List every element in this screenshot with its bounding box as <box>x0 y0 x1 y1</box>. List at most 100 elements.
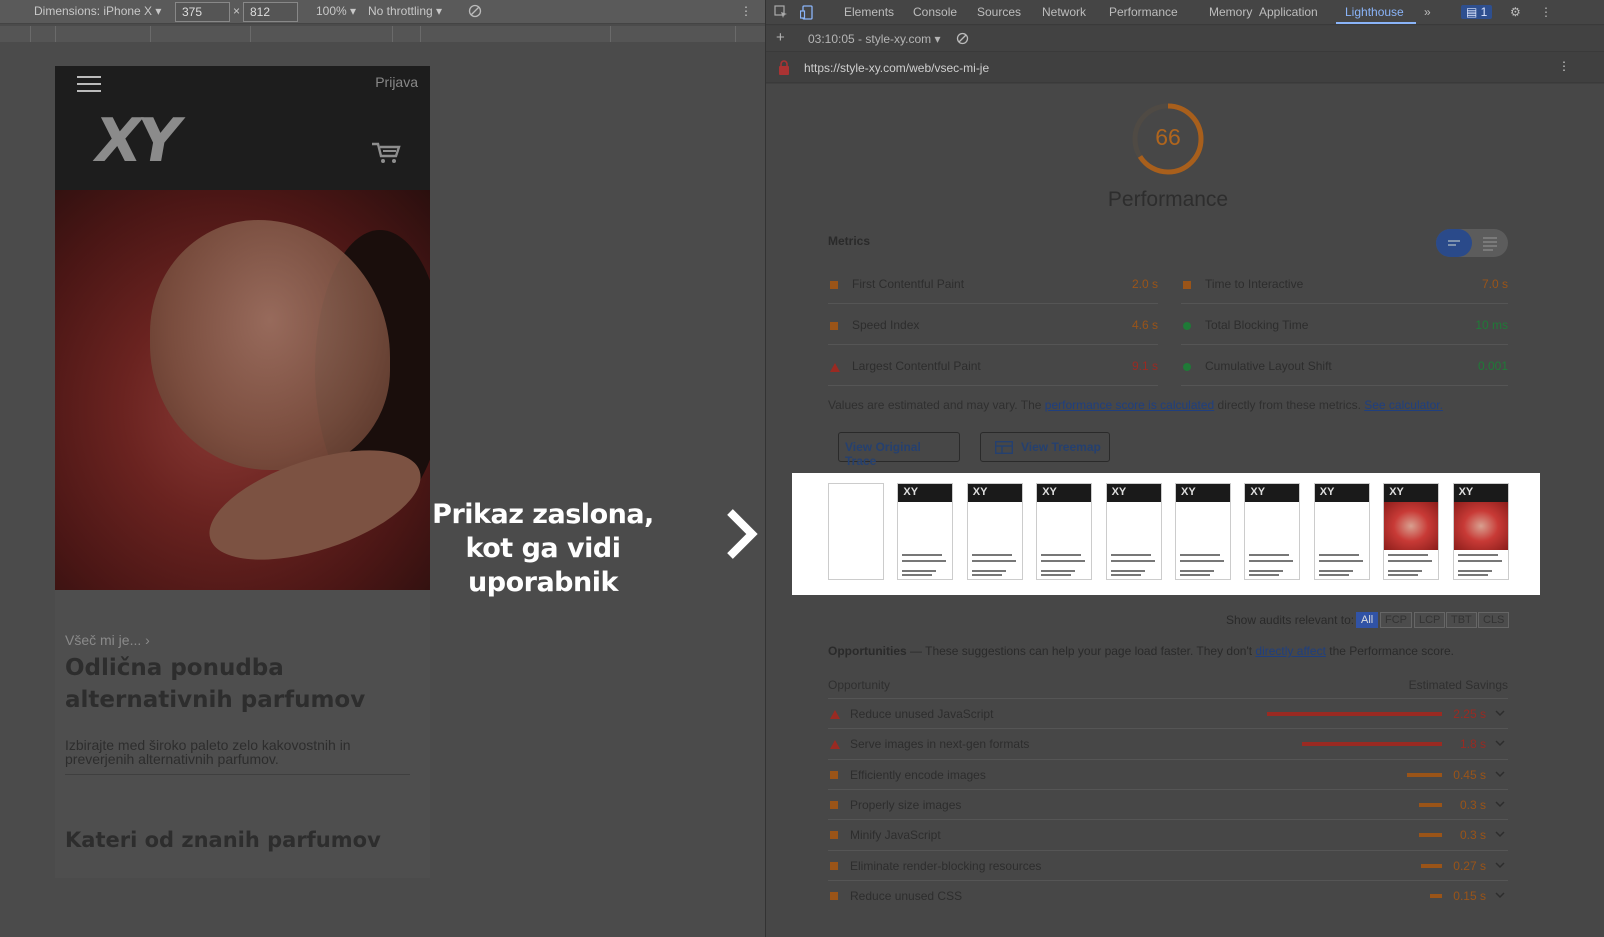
savings-bar <box>1267 712 1442 716</box>
metric-label: Largest Contentful Paint <box>852 359 981 373</box>
frame-text-line <box>1388 574 1419 576</box>
report-url[interactable]: https://style-xy.com/web/vsec-mi-je <box>804 61 989 75</box>
phone-viewport: Prijava XY Všeč mi je... › Odlična ponud… <box>55 66 430 878</box>
fail-triangle-icon <box>830 710 840 719</box>
savings-value: 0.45 s <box>1453 767 1486 782</box>
filmstrip-frame <box>828 483 884 580</box>
chevron-down-icon[interactable] <box>1494 889 1506 901</box>
frame-logo: XY <box>1314 484 1369 502</box>
report-selector[interactable]: 03:10:05 - style-xy.com ▾ <box>808 32 941 46</box>
frame-text-line <box>1457 554 1498 556</box>
filmstrip-frame: XY <box>1105 483 1162 580</box>
divider <box>65 774 410 775</box>
frame-text-line <box>1457 570 1492 572</box>
savings-bar <box>1430 893 1442 898</box>
opportunity-label: Eliminate render-blocking resources <box>850 858 1042 873</box>
customize-menu-icon[interactable]: ⋮ <box>1540 5 1552 19</box>
filter-chip-cls[interactable]: CLS <box>1478 612 1510 628</box>
frame-text-line <box>1249 560 1294 562</box>
frame-text-line <box>1180 554 1220 556</box>
view-original-trace-button[interactable]: View Original Trace <box>838 432 960 468</box>
report-menu-icon[interactable]: ⋮ <box>1558 59 1570 73</box>
opportunity-row[interactable]: Properly size images 0.3 s <box>828 788 1508 819</box>
devtools-panel: Elements Console Sources Network Performance… <box>765 0 1604 937</box>
device-toggle-icon[interactable] <box>799 5 814 23</box>
device-emulation-panel: Dimensions: iPhone X ▾ 375 × 812 100% ▾ … <box>0 0 782 937</box>
score-calculated-link[interactable]: performance score is calculated <box>1045 398 1214 412</box>
opportunity-row[interactable]: Minify JavaScript 0.3 s <box>828 819 1508 849</box>
caption-line-1: Prikaz zaslona, <box>432 499 654 530</box>
frame-text-line <box>1041 554 1082 556</box>
savings-bar <box>1419 802 1442 807</box>
tab-console[interactable]: Console <box>913 5 957 19</box>
frame-text-line <box>902 570 937 572</box>
cart-icon[interactable] <box>370 140 402 166</box>
filter-chip-tbt[interactable]: TBT <box>1446 612 1477 628</box>
metric-label: Time to Interactive <box>1205 277 1304 291</box>
clear-icon[interactable] <box>956 32 969 48</box>
filmstrip-frame: XY <box>1175 483 1231 580</box>
dimensions-label: Dimensions: iPhone X <box>34 4 153 18</box>
metric-value: 0.001 <box>1477 359 1508 373</box>
site-header: Prijava XY <box>55 66 430 190</box>
chevron-down-icon[interactable] <box>1494 798 1506 810</box>
average-square-icon <box>830 891 838 900</box>
view-treemap-button[interactable]: View Treemap <box>980 432 1110 462</box>
metrics-heading: Metrics <box>828 234 871 248</box>
savings-value: 0.3 s <box>1459 828 1486 843</box>
fail-triangle-icon <box>830 740 840 750</box>
inspect-element-icon[interactable] <box>774 5 788 22</box>
frame-text-line <box>902 574 933 576</box>
tab-sources[interactable]: Sources <box>977 5 1021 19</box>
savings-value: 1.8 s <box>1459 737 1486 752</box>
metric-label: First Contentful Paint <box>852 277 965 291</box>
frame-logo: XY <box>1176 484 1230 502</box>
tab-application[interactable]: Application <box>1259 5 1318 19</box>
width-input[interactable]: 375 <box>175 2 230 22</box>
opportunity-row[interactable]: Reduce unused JavaScript 2.25 s <box>828 698 1508 728</box>
height-input[interactable]: 812 <box>243 2 298 22</box>
rotate-icon[interactable] <box>468 4 482 21</box>
settings-gear-icon[interactable]: ⚙ <box>1510 5 1521 19</box>
filter-chip-all[interactable]: All <box>1356 612 1379 628</box>
note-text-2: directly from these metrics. <box>1214 398 1365 412</box>
see-calculator-link[interactable]: See calculator. <box>1364 398 1443 412</box>
compact-view-icon[interactable] <box>1436 229 1472 257</box>
opportunity-row[interactable]: Efficiently encode images 0.45 s <box>828 758 1508 789</box>
tab-network[interactable]: Network <box>1042 5 1086 19</box>
throttling-label: No throttling <box>368 4 433 18</box>
more-tabs-icon[interactable]: » <box>1424 5 1431 19</box>
frame-logo: XY <box>1037 484 1092 502</box>
tab-lighthouse[interactable]: Lighthouse <box>1345 5 1404 19</box>
directly-affect-link[interactable]: directly affect <box>1255 644 1325 658</box>
filter-chip-fcp[interactable]: FCP <box>1380 612 1412 628</box>
throttling-dropdown[interactable]: No throttling ▾ <box>368 4 442 18</box>
opportunity-row[interactable]: Serve images in next-gen formats 1.8 s <box>828 728 1508 758</box>
opportunity-row[interactable]: Reduce unused CSS 0.15 s <box>828 879 1508 910</box>
tab-memory[interactable]: Memory <box>1209 5 1252 19</box>
fail-triangle-icon <box>830 363 840 372</box>
more-options-icon[interactable]: ⋮ <box>740 4 752 18</box>
chevron-down-icon[interactable] <box>1494 768 1506 780</box>
expanded-view-icon[interactable] <box>1472 229 1508 257</box>
tab-elements[interactable]: Elements <box>844 5 894 19</box>
frame-text-line <box>1180 560 1224 562</box>
chevron-down-icon[interactable] <box>1494 828 1506 840</box>
issues-badge[interactable]: ▤ 1 <box>1461 5 1493 19</box>
savings-bar <box>1302 742 1442 747</box>
metrics-view-toggle[interactable] <box>1436 229 1508 257</box>
tab-performance[interactable]: Performance <box>1109 5 1178 19</box>
opportunity-row[interactable]: Eliminate render-blocking resources 0.27 … <box>828 849 1508 880</box>
dimensions-dropdown[interactable]: Dimensions: iPhone X ▾ <box>34 4 161 18</box>
chevron-down-icon[interactable] <box>1494 859 1506 871</box>
hamburger-menu-icon[interactable] <box>77 76 101 94</box>
login-link[interactable]: Prijava <box>375 74 418 90</box>
add-report-icon[interactable]: + <box>776 29 785 46</box>
chevron-down-icon[interactable] <box>1494 707 1506 719</box>
average-square-icon <box>1183 281 1191 289</box>
filter-chip-lcp[interactable]: LCP <box>1414 612 1446 628</box>
site-logo[interactable]: XY <box>89 106 183 176</box>
breadcrumb[interactable]: Všeč mi je... › <box>65 632 150 648</box>
zoom-dropdown[interactable]: 100% ▾ <box>316 4 356 18</box>
chevron-down-icon[interactable] <box>1494 737 1506 749</box>
